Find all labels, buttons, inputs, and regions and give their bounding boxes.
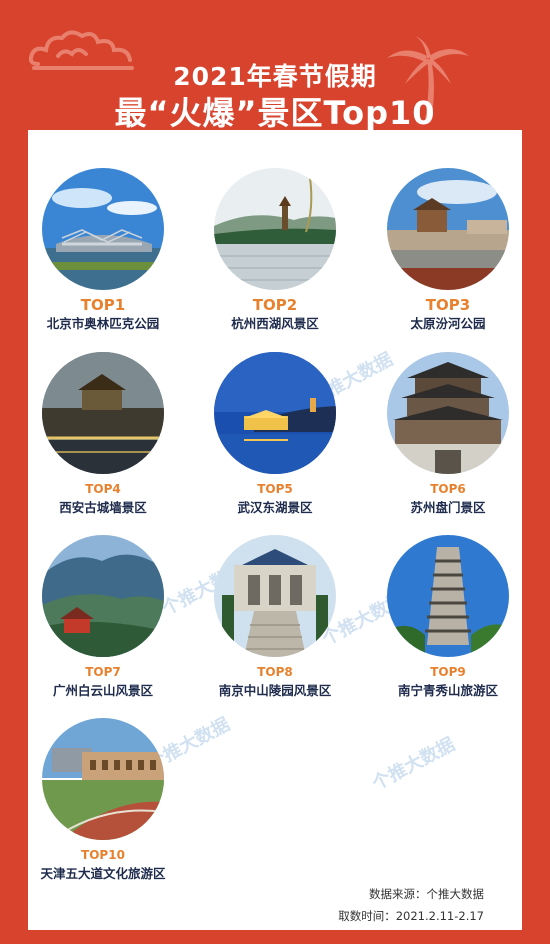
scenic-name: 西安古城墙景区 <box>59 500 147 515</box>
scenic-photo <box>42 718 164 840</box>
scenic-photo <box>42 535 164 657</box>
scenic-name: 南宁青秀山旅游区 <box>397 683 498 698</box>
rank-label: TOP1 <box>80 296 126 314</box>
scenic-photo <box>214 168 336 290</box>
rank-label: TOP3 <box>425 296 471 314</box>
scenic-name: 苏州盘门景区 <box>410 500 486 515</box>
list-item: TOP2 杭州西湖风景区 <box>200 168 350 332</box>
scenic-name: 北京市奥林匹克公园 <box>46 316 160 331</box>
scenic-photo <box>387 535 509 657</box>
list-item: TOP4 西安古城墙景区 <box>28 352 178 516</box>
list-item: TOP6 苏州盘门景区 <box>373 352 523 516</box>
content-card: 个推大数据 个推大数据 个推大数据 个推大数据 个推大数据 TOP1 北京市奥林… <box>28 130 522 930</box>
rank-label: TOP10 <box>81 848 125 862</box>
scenic-photo <box>214 535 336 657</box>
rank-label: TOP7 <box>85 665 121 679</box>
scenic-name: 太原汾河公园 <box>410 316 486 331</box>
scenic-photo <box>42 168 164 290</box>
header: 2021年春节假期 最“火爆”景区Top10 <box>0 0 550 132</box>
list-item: TOP9 南宁青秀山旅游区 <box>373 535 523 699</box>
list-item: TOP7 广州白云山风景区 <box>28 535 178 699</box>
list-item: TOP10 天津五大道文化旅游区 <box>28 718 178 882</box>
rank-label: TOP6 <box>430 482 466 496</box>
scenic-name: 广州白云山风景区 <box>52 683 153 698</box>
data-period: 取数时间：2021.2.11-2.17 <box>338 909 484 923</box>
list-item: TOP1 北京市奥林匹克公园 <box>28 168 178 332</box>
scenic-name: 杭州西湖风景区 <box>231 316 319 331</box>
list-item: TOP3 太原汾河公园 <box>373 168 523 332</box>
list-item: TOP8 南京中山陵园风景区 <box>200 535 350 699</box>
rank-label: TOP5 <box>257 482 293 496</box>
rank-label: TOP4 <box>85 482 121 496</box>
scenic-name: 南京中山陵园风景区 <box>218 683 332 698</box>
page-title-line2: 最“火爆”景区Top10 <box>114 94 436 132</box>
scenic-photo <box>387 352 509 474</box>
data-source: 数据来源：个推大数据 <box>369 887 484 901</box>
rank-label: TOP8 <box>257 665 293 679</box>
scenic-photo <box>387 168 509 290</box>
list-item: TOP5 武汉东湖景区 <box>200 352 350 516</box>
scenic-name: 武汉东湖景区 <box>237 500 313 515</box>
rank-label: TOP2 <box>252 296 298 314</box>
scenic-photo <box>214 352 336 474</box>
scenic-photo <box>42 352 164 474</box>
rank-label: TOP9 <box>430 665 466 679</box>
watermark: 个推大数据 <box>369 733 459 795</box>
scenic-name: 天津五大道文化旅游区 <box>40 866 166 881</box>
